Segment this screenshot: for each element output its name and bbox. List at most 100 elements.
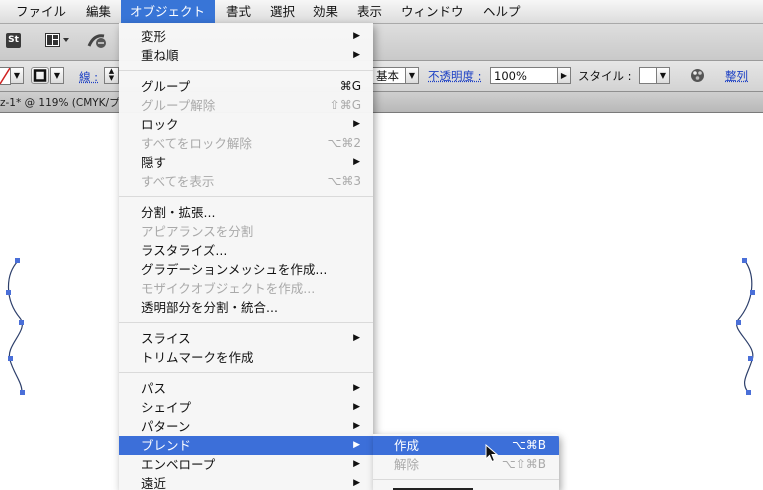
graphic-style-swatch[interactable] xyxy=(639,67,657,84)
menu-item-flatten-transparency[interactable]: 透明部分を分割・統合... xyxy=(119,298,373,317)
menu-item-label: グループ解除 xyxy=(141,98,216,113)
menu-item-envelope[interactable]: エンベロープ ▶ xyxy=(119,455,373,474)
submenu-item-shortcut: ⌥⇧⌘B xyxy=(501,457,546,471)
submenu-item-label: 作成 xyxy=(394,438,420,453)
menu-edit[interactable]: 編集 xyxy=(78,0,119,23)
menu-item-label: 分割・拡張... xyxy=(141,205,216,220)
menu-item-label: スライス xyxy=(141,331,191,346)
submenu-item-release: 解除 ⌥⇧⌘B xyxy=(373,455,559,474)
submenu-item-shortcut: ⌥⌘B xyxy=(511,438,546,452)
submenu-arrow-icon: ▶ xyxy=(353,383,360,393)
menu-window[interactable]: ウィンドウ xyxy=(393,0,472,23)
menu-item-perspective[interactable]: 遠近 ▶ xyxy=(119,474,373,490)
submenu-arrow-icon: ▶ xyxy=(353,31,360,41)
menu-item-expand-appearance: アピアランスを分割 xyxy=(119,222,373,241)
menu-item-create-gradient-mesh[interactable]: グラデーションメッシュを作成... xyxy=(119,260,373,279)
menu-item-lock[interactable]: ロック ▶ xyxy=(119,115,373,134)
mouse-pointer-icon xyxy=(485,443,499,467)
menu-item-label: 隠す xyxy=(141,155,167,170)
menu-item-label: シェイプ xyxy=(141,400,192,415)
opacity-arrow-icon[interactable]: ▶ xyxy=(557,67,571,84)
menu-item-slice[interactable]: スライス ▶ xyxy=(119,329,373,348)
stroke-swatch[interactable] xyxy=(31,67,49,84)
menu-item-label: ラスタライズ... xyxy=(141,243,228,258)
align-label[interactable]: 整列 xyxy=(725,68,748,84)
menu-item-arrange[interactable]: 重ね順 ▶ xyxy=(119,46,373,65)
menu-effect[interactable]: 効果 xyxy=(305,0,346,23)
submenu-arrow-icon: ▶ xyxy=(353,478,360,488)
left-wave-path[interactable] xyxy=(6,258,25,395)
profile-dropdown-icon[interactable]: ▼ xyxy=(405,67,419,84)
menu-item-shortcut: ⌘G xyxy=(339,79,361,93)
submenu-arrow-icon: ▶ xyxy=(353,333,360,343)
menu-item-label: すべてを表示 xyxy=(141,174,215,189)
menu-item-group[interactable]: グループ ⌘G xyxy=(119,77,373,96)
menu-item-blend[interactable]: ブレンド ▶ xyxy=(119,436,373,455)
menu-item-ungroup: グループ解除 ⇧⌘G xyxy=(119,96,373,115)
submenu-arrow-icon: ▶ xyxy=(353,50,360,60)
submenu-arrow-icon: ▶ xyxy=(353,402,360,412)
submenu-item-make[interactable]: 作成 ⌥⌘B xyxy=(373,436,559,455)
menu-separator xyxy=(119,196,373,197)
right-wave-path[interactable] xyxy=(735,258,755,395)
menu-item-shortcut: ⌥⌘3 xyxy=(327,174,361,188)
menu-item-label: ロック xyxy=(141,117,179,132)
menu-help[interactable]: ヘルプ xyxy=(475,0,529,23)
menu-item-label: エンベロープ xyxy=(141,457,216,472)
menu-item-show-all: すべてを表示 ⌥⌘3 xyxy=(119,172,373,191)
menu-item-create-object-mosaic: モザイクオブジェクトを作成... xyxy=(119,279,373,298)
stroke-dropdown-icon[interactable]: ▼ xyxy=(50,67,64,84)
blend-submenu: 作成 ⌥⌘B 解除 ⌥⇧⌘B xyxy=(373,434,559,490)
brush-profile-select[interactable]: 基本 xyxy=(372,67,406,84)
arrange-documents-icon[interactable] xyxy=(45,33,71,48)
menu-item-hide[interactable]: 隠す ▶ xyxy=(119,153,373,172)
menu-item-rasterize[interactable]: ラスタライズ... xyxy=(119,241,373,260)
menu-item-label: モザイクオブジェクトを作成... xyxy=(141,281,316,296)
submenu-item-partial xyxy=(393,484,483,490)
menu-type[interactable]: 書式 xyxy=(218,0,259,23)
menu-item-label: グラデーションメッシュを作成... xyxy=(141,262,328,277)
submenu-arrow-icon: ▶ xyxy=(353,459,360,469)
stroke-weight-stepper[interactable]: ▲ ▼ xyxy=(104,67,119,84)
control-panel: ▼ ▼ 線 : ▲ ▼ 基本 ▼ 不透明度 : 100% ▶ スタイル : ▼ 整… xyxy=(0,61,763,92)
document-title: z-1* @ 119% (CMYK/プ xyxy=(0,97,120,109)
menu-item-transform[interactable]: 変形 ▶ xyxy=(119,27,373,46)
menu-object[interactable]: オブジェクト xyxy=(121,0,215,23)
menu-item-label: グループ xyxy=(141,79,191,94)
application-bar: St xyxy=(0,24,763,61)
menu-item-unlock-all: すべてをロック解除 ⌥⌘2 xyxy=(119,134,373,153)
menu-item-create-trim-marks[interactable]: トリムマークを作成 xyxy=(119,348,373,367)
document-tab[interactable]: z-1* @ 119% (CMYK/プ xyxy=(0,92,763,113)
menu-bar: ファイル 編集 オブジェクト 書式 選択 効果 表示 ウィンドウ ヘルプ xyxy=(0,0,763,24)
menu-item-label: 遠近 xyxy=(141,476,167,490)
menu-separator xyxy=(119,372,373,373)
menu-item-label: すべてをロック解除 xyxy=(141,136,252,151)
submenu-item-label: 解除 xyxy=(394,457,420,472)
menu-item-shortcut: ⌥⌘2 xyxy=(327,136,361,150)
menu-item-shortcut: ⇧⌘G xyxy=(329,98,361,112)
menu-item-label: 透明部分を分割・統合... xyxy=(141,300,278,315)
stroke-label[interactable]: 線 : xyxy=(79,69,98,85)
menu-view[interactable]: 表示 xyxy=(349,0,390,23)
menu-item-pattern[interactable]: パターン ▶ xyxy=(119,417,373,436)
style-dropdown-icon[interactable]: ▼ xyxy=(656,67,670,84)
stock-icon[interactable]: St xyxy=(6,33,21,48)
sync-icon[interactable] xyxy=(86,32,110,50)
menu-item-path[interactable]: パス ▶ xyxy=(119,379,373,398)
fill-dropdown-icon[interactable]: ▼ xyxy=(10,67,24,84)
menu-file[interactable]: ファイル xyxy=(8,0,74,23)
opacity-label[interactable]: 不透明度 : xyxy=(428,68,482,84)
menu-item-label: パス xyxy=(141,381,167,396)
menu-item-label: アピアランスを分割 xyxy=(141,224,254,239)
style-label: スタイル : xyxy=(578,69,632,83)
submenu-arrow-icon: ▶ xyxy=(353,157,360,167)
menu-item-expand[interactable]: 分割・拡張... xyxy=(119,203,373,222)
menu-select[interactable]: 選択 xyxy=(262,0,303,23)
submenu-arrow-icon: ▶ xyxy=(353,440,360,450)
menu-item-shape[interactable]: シェイプ ▶ xyxy=(119,398,373,417)
menu-item-label: 変形 xyxy=(141,29,167,44)
object-menu-dropdown: 変形 ▶ 重ね順 ▶ グループ ⌘G グループ解除 ⇧⌘G ロック ▶ すべてをロック解除… xyxy=(119,23,373,490)
recolor-artwork-icon[interactable] xyxy=(690,68,705,83)
submenu-arrow-icon: ▶ xyxy=(353,421,360,431)
opacity-input[interactable]: 100% xyxy=(490,67,558,84)
